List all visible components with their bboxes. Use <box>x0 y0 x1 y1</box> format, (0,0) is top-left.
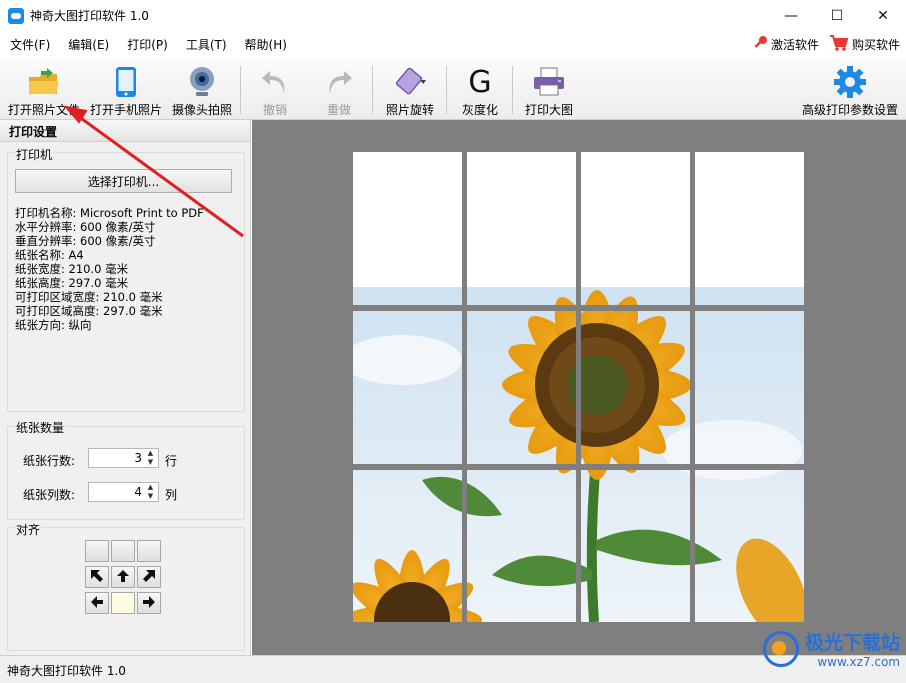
toolbar-separator <box>512 66 513 114</box>
open-photo-file-label: 打开照片文件 <box>7 103 80 117</box>
align-right-up-button[interactable] <box>137 566 161 588</box>
align-top-right-button[interactable] <box>137 540 161 562</box>
printer-info-line: 纸张方向: 纵向 <box>15 318 92 332</box>
stepper-up-icon[interactable]: ▲ <box>144 483 157 492</box>
menu-tools[interactable]: 工具(T) <box>176 36 235 53</box>
open-photo-file-button[interactable]: 打开照片文件 <box>4 62 84 118</box>
paper-count-group <box>7 426 245 520</box>
print-settings-title: 打印设置 <box>0 120 250 142</box>
watermark-title: 极光下载站 <box>804 632 900 654</box>
grayscale-label: 灰度化 <box>461 103 498 117</box>
printer-info-line: 纸张宽度: 210.0 毫米 <box>15 262 129 276</box>
menu-edit[interactable]: 编辑(E) <box>58 36 117 53</box>
printer-info-line: 水平分辨率: 600 像素/英寸 <box>15 220 156 234</box>
open-phone-photo-button[interactable]: 打开手机照片 <box>88 62 164 118</box>
align-top-left-button[interactable] <box>85 540 109 562</box>
minimize-button[interactable]: — <box>768 0 814 31</box>
arrow-up-right-icon <box>142 569 156 586</box>
align-up-button[interactable] <box>111 566 135 588</box>
toolbar-separator <box>240 66 241 114</box>
cols-stepper[interactable]: 4 ▲ ▼ <box>88 482 159 502</box>
menu-bar: 文件(F) 编辑(E) 打印(P) 工具(T) 帮助(H) 激活软件 购买软件 <box>0 31 906 58</box>
buy-software-label: 购买软件 <box>851 38 900 52</box>
advanced-print-settings-label: 高级打印参数设置 <box>801 103 898 117</box>
redo-label: 重做 <box>326 103 351 117</box>
camera-capture-label: 摄像头拍照 <box>171 103 232 117</box>
activate-software-link[interactable]: 激活软件 <box>752 35 819 54</box>
menu-print[interactable]: 打印(P) <box>117 36 176 53</box>
printer-info-line: 垂直分辨率: 600 像素/英寸 <box>15 234 156 248</box>
menu-help[interactable]: 帮助(H) <box>235 36 295 53</box>
watermark: 极光下载站 www.xz7.com <box>762 628 900 669</box>
rotate-photo-label: 照片旋转 <box>385 103 434 117</box>
rotate-icon <box>393 65 427 99</box>
cols-label: 纸张列数: <box>23 488 76 502</box>
printer-icon <box>532 65 566 99</box>
toolbar-separator <box>446 66 447 114</box>
align-group-label: 对齐 <box>15 521 42 538</box>
buy-software-link[interactable]: 购买软件 <box>829 34 900 55</box>
title-bar: 神奇大图打印软件 1.0 — ☐ ✕ <box>0 0 906 31</box>
camera-capture-button[interactable]: 摄像头拍照 <box>168 62 236 118</box>
tiled-photo-preview <box>353 152 804 622</box>
window-title: 神奇大图打印软件 1.0 <box>30 9 149 23</box>
printer-info-line: 可打印区域宽度: 210.0 毫米 <box>15 290 163 304</box>
align-top-button[interactable] <box>111 540 135 562</box>
menu-file[interactable]: 文件(F) <box>0 36 58 53</box>
undo-icon <box>258 65 292 99</box>
advanced-print-settings-button[interactable]: 高级打印参数设置 <box>798 62 902 118</box>
printer-info-line: 打印机名称: Microsoft Print to PDF <box>15 206 204 220</box>
arrow-up-left-icon <box>90 569 104 586</box>
rows-stepper[interactable]: 3 ▲ ▼ <box>88 448 159 468</box>
printer-info-line: 可打印区域高度: 297.0 毫米 <box>15 304 163 318</box>
align-left-up-button[interactable] <box>85 566 109 588</box>
printer-info-line: 纸张名称: A4 <box>15 248 84 262</box>
watermark-logo-icon <box>762 630 799 667</box>
print-big-picture-label: 打印大图 <box>524 103 573 117</box>
redo-icon <box>322 65 356 99</box>
app-icon <box>8 7 24 24</box>
rows-value: 3 <box>134 451 142 465</box>
stepper-down-icon[interactable]: ▼ <box>144 458 157 467</box>
gear-icon <box>833 65 867 99</box>
printer-info: 打印机名称: Microsoft Print to PDF 水平分辨率: 600… <box>15 206 204 332</box>
undo-label: 撤销 <box>262 103 287 117</box>
select-printer-button[interactable]: 选择打印机... <box>15 169 232 193</box>
key-icon <box>752 35 768 54</box>
printer-group-label: 打印机 <box>15 146 54 163</box>
paper-count-group-label: 纸张数量 <box>15 419 66 436</box>
arrow-right-icon <box>142 595 156 612</box>
rows-unit: 行 <box>165 454 178 468</box>
print-settings-panel: 打印设置 打印机 选择打印机... 打印机名称: Microsoft Print… <box>0 120 251 655</box>
align-left-button[interactable] <box>85 592 109 614</box>
preview-canvas[interactable] <box>252 120 906 655</box>
close-button[interactable]: ✕ <box>860 0 906 31</box>
open-phone-photo-label: 打开手机照片 <box>89 103 162 117</box>
grayscale-button[interactable]: G 灰度化 <box>454 62 506 118</box>
redo-button[interactable]: 重做 <box>316 62 362 118</box>
grayscale-icon: G <box>468 64 492 100</box>
maximize-button[interactable]: ☐ <box>814 0 860 31</box>
phone-icon <box>109 65 143 99</box>
activate-software-label: 激活软件 <box>770 38 819 52</box>
webcam-icon <box>185 65 219 99</box>
watermark-url: www.xz7.com <box>817 655 900 669</box>
toolbar: 打开照片文件 打开手机照片 摄像头拍照 撤销 重做 照片旋转 G 灰度化 打印大… <box>0 58 906 120</box>
align-center-button[interactable] <box>111 592 135 614</box>
folder-open-icon <box>27 65 61 99</box>
cart-icon <box>829 34 849 55</box>
stepper-up-icon[interactable]: ▲ <box>144 449 157 458</box>
print-big-picture-button[interactable]: 打印大图 <box>520 62 578 118</box>
rows-label: 纸张行数: <box>23 454 76 468</box>
toolbar-separator <box>372 66 373 114</box>
undo-button[interactable]: 撤销 <box>252 62 298 118</box>
align-right-button[interactable] <box>137 592 161 614</box>
printer-info-line: 纸张高度: 297.0 毫米 <box>15 276 129 290</box>
cols-value: 4 <box>134 485 142 499</box>
stepper-down-icon[interactable]: ▼ <box>144 492 157 501</box>
rotate-photo-button[interactable]: 照片旋转 <box>380 62 440 118</box>
cols-unit: 列 <box>165 488 178 502</box>
arrow-up-icon <box>116 569 130 586</box>
arrow-left-icon <box>90 595 104 612</box>
